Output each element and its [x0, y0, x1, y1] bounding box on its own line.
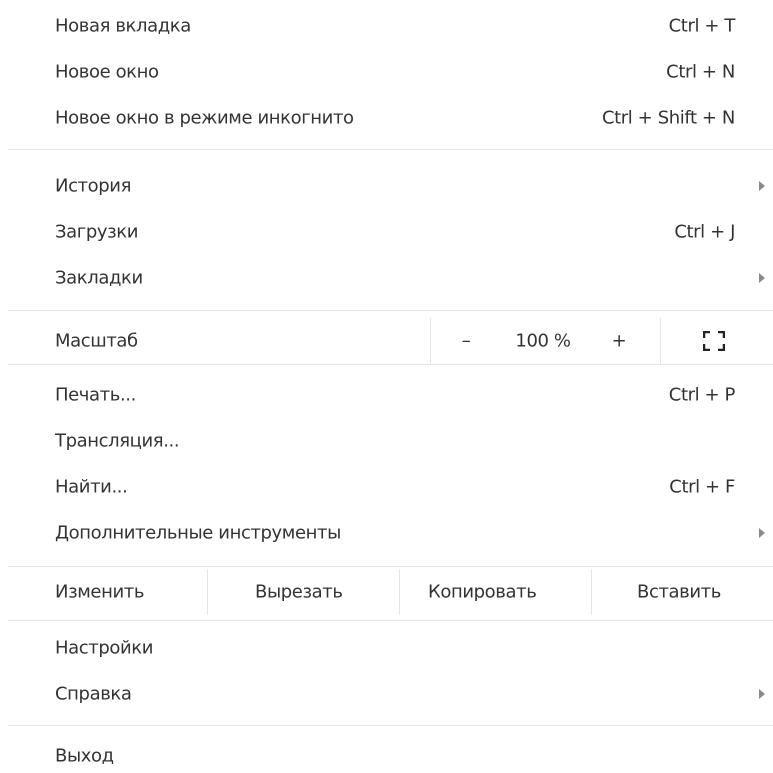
menu-item-label: Новое окно — [55, 61, 159, 83]
edit-row: Изменить Вырезать Копировать Вставить — [0, 569, 773, 615]
menu-item-label: Загрузки — [55, 221, 139, 243]
menu-item-label: Печать... — [55, 384, 136, 406]
menu-item-label: Настройки — [55, 637, 154, 659]
menu-item-shortcut: Ctrl + T — [668, 15, 736, 37]
menu-item-exit[interactable]: Выход — [0, 738, 773, 773]
menu-item-shortcut: Ctrl + F — [669, 476, 735, 498]
menu-item-bookmarks[interactable]: Закладки — [0, 255, 773, 301]
menu-item-label: Закладки — [55, 267, 143, 289]
menu-separator — [8, 310, 773, 311]
zoom-level-value: 100 % — [515, 330, 571, 352]
copy-button-label: Копировать — [428, 581, 537, 603]
menu-item-shortcut: Ctrl + P — [668, 384, 736, 406]
menu-item-label: Выход — [55, 745, 114, 766]
zoom-label: Масштаб — [55, 330, 138, 352]
menu-item-downloads[interactable]: Загрузки Ctrl + J — [0, 209, 773, 255]
zoom-out-button[interactable]: – — [456, 331, 476, 352]
menu-separator — [8, 725, 773, 726]
cut-button-label: Вырезать — [255, 581, 343, 603]
menu-item-shortcut: Ctrl + Shift + N — [601, 107, 735, 129]
cut-button[interactable]: Вырезать — [207, 569, 399, 615]
fullscreen-icon[interactable] — [702, 330, 726, 352]
zoom-row: Масштаб – 100 % + — [0, 318, 773, 364]
menu-item-label: Найти... — [55, 476, 128, 498]
edit-label: Изменить — [55, 581, 145, 603]
menu-item-cast[interactable]: Трансляция... — [0, 418, 773, 464]
menu-separator — [8, 364, 773, 365]
menu-item-label: Дополнительные инструменты — [55, 522, 341, 544]
submenu-arrow-icon — [759, 689, 765, 699]
menu-item-help[interactable]: Справка — [0, 671, 773, 717]
menu-item-find[interactable]: Найти... Ctrl + F — [0, 464, 773, 510]
menu-item-label: Трансляция... — [55, 430, 180, 452]
menu-item-print[interactable]: Печать... Ctrl + P — [0, 372, 773, 418]
paste-button-label: Вставить — [637, 581, 721, 603]
menu-item-shortcut: Ctrl + N — [666, 61, 735, 83]
menu-item-settings[interactable]: Настройки — [0, 625, 773, 671]
zoom-in-button[interactable]: + — [609, 331, 629, 352]
menu-item-history[interactable]: История — [0, 163, 773, 209]
menu-item-new-window[interactable]: Новое окно Ctrl + N — [0, 49, 773, 95]
menu-item-shortcut: Ctrl + J — [674, 221, 735, 243]
menu-separator — [8, 620, 773, 621]
menu-item-label: Новое окно в режиме инкогнито — [55, 107, 354, 129]
submenu-arrow-icon — [759, 273, 765, 283]
menu-item-label: История — [55, 175, 132, 197]
browser-main-menu: Новая вкладка Ctrl + T Новое окно Ctrl +… — [0, 0, 773, 773]
menu-item-new-incognito-window[interactable]: Новое окно в режиме инкогнито Ctrl + Shi… — [0, 95, 773, 141]
submenu-arrow-icon — [759, 181, 765, 191]
menu-item-new-tab[interactable]: Новая вкладка Ctrl + T — [0, 3, 773, 49]
menu-item-label: Справка — [55, 683, 132, 705]
menu-item-label: Новая вкладка — [55, 15, 191, 37]
copy-button[interactable]: Копировать — [399, 569, 591, 615]
menu-item-more-tools[interactable]: Дополнительные инструменты — [0, 510, 773, 556]
paste-button[interactable]: Вставить — [591, 569, 773, 615]
zoom-divider — [660, 318, 661, 364]
zoom-divider — [430, 318, 431, 364]
submenu-arrow-icon — [759, 528, 765, 538]
menu-separator — [8, 149, 773, 150]
menu-separator — [8, 566, 773, 567]
